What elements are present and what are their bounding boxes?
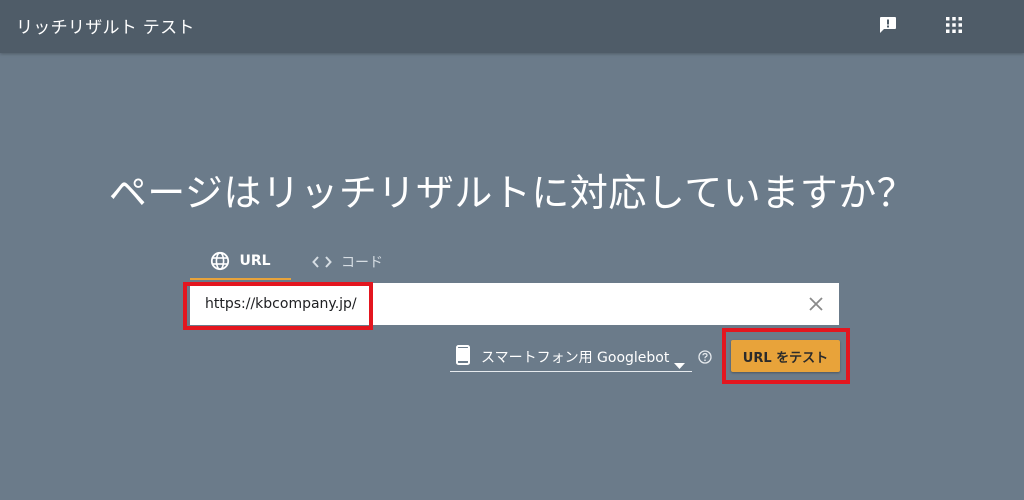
tab-code-label: コード xyxy=(341,255,383,271)
tab-code[interactable]: コード xyxy=(312,244,392,280)
chevron-down-icon xyxy=(674,354,685,373)
url-highlight-box xyxy=(183,282,373,330)
help-circle-icon[interactable] xyxy=(698,349,712,364)
page-headline: ページはリッチリザルトに対応していますか？ xyxy=(108,171,916,215)
close-icon[interactable] xyxy=(808,296,824,312)
code-brackets-icon xyxy=(312,255,332,269)
feedback-icon[interactable] xyxy=(876,13,900,37)
globe-icon xyxy=(210,251,230,271)
smartphone-icon xyxy=(456,345,470,369)
user-agent-select[interactable]: スマートフォン用 Googlebot xyxy=(450,342,692,372)
apps-grid-icon[interactable] xyxy=(942,13,966,37)
user-agent-label: スマートフォン用 Googlebot xyxy=(481,350,670,366)
top-app-bar: リッチリザルト テスト xyxy=(0,0,1024,53)
button-highlight-box xyxy=(722,328,850,384)
app-title: リッチリザルト テスト xyxy=(16,18,195,38)
tab-url-label: URL xyxy=(239,253,271,269)
tab-url[interactable]: URL xyxy=(190,244,291,280)
